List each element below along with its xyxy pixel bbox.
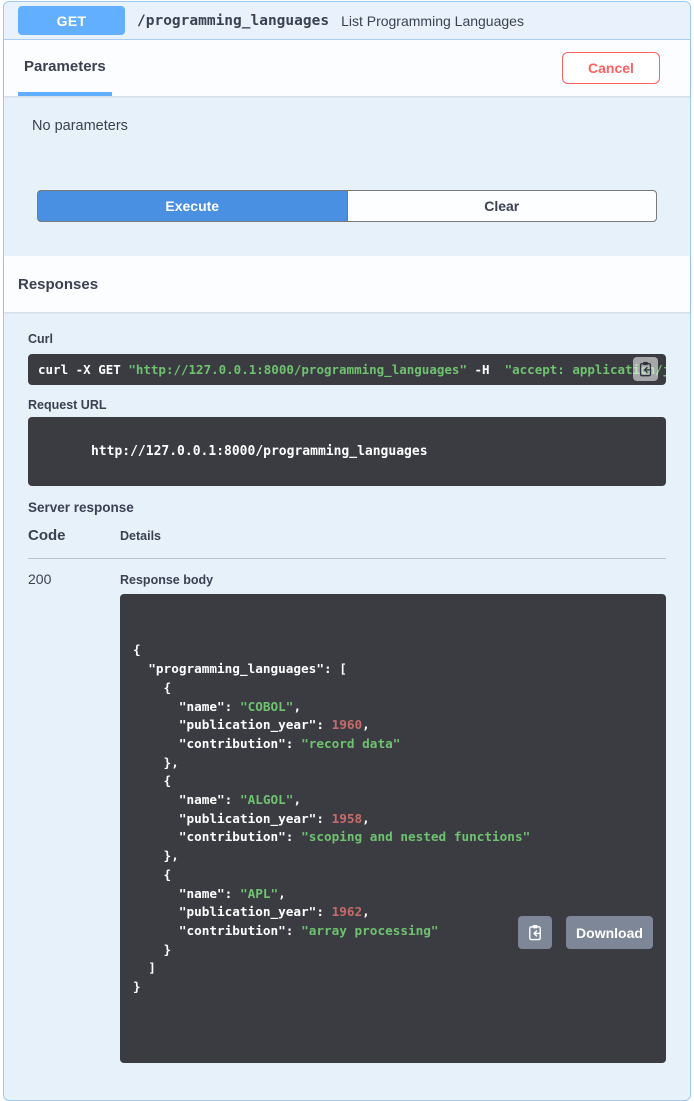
- code-token: ,: [278, 886, 286, 901]
- code-token: "contribution":: [133, 829, 301, 844]
- request-url-label: Request URL: [28, 398, 666, 412]
- code-column-header: Code: [28, 527, 120, 544]
- code-line: {: [133, 866, 653, 885]
- response-table-header: Code Details: [28, 527, 666, 559]
- execute-button[interactable]: Execute: [37, 190, 347, 222]
- curl-token: "http://127.0.0.1:8000/programming_langu…: [128, 362, 467, 377]
- status-code: 200: [28, 571, 120, 1063]
- clear-button[interactable]: Clear: [347, 190, 658, 222]
- code-token: {: [133, 773, 171, 788]
- code-token: {: [133, 642, 141, 657]
- operation-summary[interactable]: GET /programming_languages List Programm…: [4, 2, 690, 40]
- code-line: },: [133, 847, 653, 866]
- code-token: "name":: [133, 699, 240, 714]
- operation-block: GET /programming_languages List Programm…: [3, 1, 691, 1101]
- code-token: "record data": [301, 736, 400, 751]
- clipboard-copy-icon: [527, 924, 543, 941]
- parameters-body: No parameters Execute Clear: [4, 118, 690, 222]
- curl-token: -H: [467, 362, 497, 377]
- code-line: {: [133, 641, 653, 660]
- details-column-header: Details: [120, 529, 161, 543]
- server-response-label: Server response: [28, 500, 666, 515]
- responses-section-header: Responses: [4, 256, 690, 312]
- code-token: }: [133, 979, 141, 994]
- method-badge: GET: [18, 6, 125, 35]
- response-row-200: 200 Response body { "programming_languag…: [28, 571, 666, 1063]
- code-token: 1962: [332, 904, 363, 919]
- code-line: {: [133, 772, 653, 791]
- clipboard-copy-icon: [638, 361, 653, 377]
- response-row-details: Response body { "programming_languages":…: [120, 571, 666, 1063]
- code-line: "publication_year": 1960,: [133, 716, 653, 735]
- response-body-box: { "programming_languages": [ { "name": "…: [120, 594, 666, 1063]
- code-token: "scoping and nested functions": [301, 829, 530, 844]
- code-token: }: [133, 942, 171, 957]
- parameters-title: Parameters: [24, 58, 106, 75]
- code-line: "name": "ALGOL",: [133, 791, 653, 810]
- code-line: {: [133, 679, 653, 698]
- code-token: 1960: [332, 717, 363, 732]
- code-token: "COBOL": [240, 699, 293, 714]
- code-token: "name":: [133, 886, 240, 901]
- tab-parameters[interactable]: Parameters: [18, 40, 112, 96]
- download-button[interactable]: Download: [566, 916, 653, 949]
- curl-token: curl -X GET: [38, 362, 128, 377]
- execute-row: Execute Clear: [37, 190, 657, 222]
- code-token: },: [133, 848, 179, 863]
- code-line: "contribution": "record data": [133, 735, 653, 754]
- code-token: {: [133, 867, 171, 882]
- responses-body: Curl curl -X GET "http://127.0.0.1:8000/…: [4, 312, 690, 1083]
- code-token: "publication_year":: [133, 904, 332, 919]
- code-line: "name": "APL",: [133, 885, 653, 904]
- code-token: "contribution":: [133, 736, 301, 751]
- code-line: "contribution": "scoping and nested func…: [133, 828, 653, 847]
- code-token: "publication_year":: [133, 717, 332, 732]
- code-token: "publication_year":: [133, 811, 332, 826]
- code-token: "ALGOL": [240, 792, 293, 807]
- curl-label: Curl: [28, 332, 666, 346]
- code-token: ,: [362, 717, 370, 732]
- code-line: "programming_languages": [: [133, 660, 653, 679]
- code-token: "contribution":: [133, 923, 301, 938]
- responses-title: Responses: [18, 276, 98, 293]
- no-parameters-text: No parameters: [32, 118, 662, 134]
- cancel-button[interactable]: Cancel: [562, 52, 660, 84]
- code-token: "name":: [133, 792, 240, 807]
- copy-curl-button[interactable]: [633, 357, 658, 381]
- endpoint-path: /programming_languages: [137, 13, 329, 29]
- code-token: "array processing": [301, 923, 439, 938]
- code-token: "programming_languages": [: [133, 661, 347, 676]
- code-line: "name": "COBOL",: [133, 698, 653, 717]
- response-body-label: Response body: [120, 573, 666, 587]
- code-line: "publication_year": 1958,: [133, 810, 653, 829]
- curl-command-box[interactable]: curl -X GET "http://127.0.0.1:8000/progr…: [28, 354, 666, 385]
- code-token: },: [133, 755, 179, 770]
- code-token: ,: [362, 904, 370, 919]
- code-token: {: [133, 680, 171, 695]
- request-url-box: http://127.0.0.1:8000/programming_langua…: [28, 417, 666, 486]
- code-line: ]: [133, 959, 653, 978]
- code-token: ]: [133, 960, 156, 975]
- response-actions: Download: [518, 916, 653, 949]
- code-token: ,: [362, 811, 370, 826]
- code-token: 1958: [332, 811, 363, 826]
- code-token: ,: [293, 792, 301, 807]
- code-token: ,: [293, 699, 301, 714]
- curl-command-text: curl -X GET "http://127.0.0.1:8000/progr…: [38, 362, 666, 377]
- code-line: }: [133, 978, 653, 997]
- code-token: "APL": [240, 886, 278, 901]
- code-line: },: [133, 754, 653, 773]
- parameters-section-header: Parameters Cancel: [4, 40, 690, 96]
- copy-response-button[interactable]: [518, 916, 552, 949]
- request-url-value: http://127.0.0.1:8000/programming_langua…: [91, 444, 428, 459]
- endpoint-summary: List Programming Languages: [341, 13, 524, 29]
